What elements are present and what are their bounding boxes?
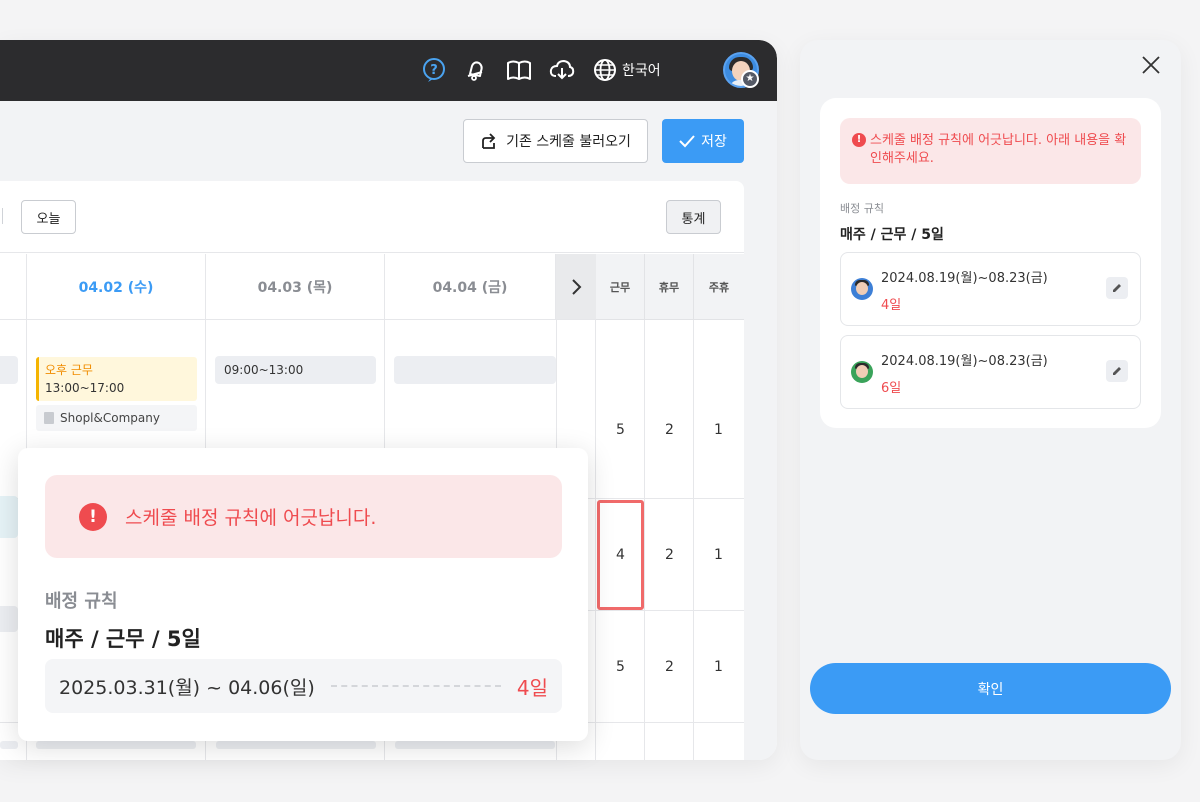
range-date: 2025.03.31(월) ~ 04.06(일): [59, 677, 315, 699]
panel-rule-value: 매주 / 근무 / 5일: [840, 227, 944, 243]
shift-block[interactable]: 오후 근무 13:00~17:00: [36, 357, 197, 401]
chevron-right-icon: [572, 278, 582, 295]
alert-icon: !: [852, 133, 866, 147]
stat-weekly-off-count: 1: [714, 659, 723, 675]
entry-count: 4일: [881, 298, 902, 313]
rule-value: 매주 / 근무 / 5일: [45, 627, 201, 651]
load-existing-schedule-button[interactable]: 기존 스케줄 불러오기: [463, 119, 648, 163]
shift-chip[interactable]: [0, 356, 18, 384]
bell-icon[interactable]: [463, 57, 489, 83]
panel-alert-message: 스케줄 배정 규칙에 어긋납니다. 아래 내용을 확인해주세요.: [870, 133, 1127, 166]
shift-chip[interactable]: 09:00~13:00: [215, 356, 376, 384]
stat-off-count: 2: [665, 659, 674, 675]
load-button-label: 기존 스케줄 불러오기: [506, 134, 631, 150]
panel-alert: ! 스케줄 배정 규칙에 어긋납니다. 아래 내용을 확인해주세요.: [840, 118, 1141, 184]
column-header-partial: [0, 254, 27, 320]
stat-weekly-off-count: 1: [714, 547, 723, 563]
violation-range: 2025.03.31(월) ~ 04.06(일) 4일: [45, 659, 562, 713]
stats-button[interactable]: 통계: [666, 200, 721, 234]
pencil-icon: [1113, 367, 1121, 375]
entry-date-range: 2024.08.19(월)~08.23(금): [881, 354, 1048, 369]
svg-text:?: ?: [430, 63, 438, 78]
close-icon[interactable]: [1140, 54, 1162, 76]
column-header-date[interactable]: 04.02 (수): [27, 254, 206, 320]
calendar-toolbar: 오늘 통계: [0, 181, 744, 253]
save-button[interactable]: 저장: [662, 119, 744, 163]
book-icon[interactable]: [506, 57, 532, 83]
rule-label: 배정 규칙: [45, 591, 118, 612]
stat-header-off: 휴무: [645, 254, 694, 320]
edit-button[interactable]: [1106, 360, 1128, 382]
stat-work-count: 5: [616, 659, 625, 675]
globe-icon[interactable]: [592, 57, 618, 83]
avatar: [851, 361, 873, 383]
stat-header-weekly-off: 주휴: [694, 254, 744, 320]
stat-work-count: 5: [616, 422, 625, 438]
entry-count: 6일: [881, 381, 902, 396]
employee-entry: 2024.08.19(월)~08.23(금) 4일: [840, 252, 1141, 326]
alert-icon: !: [79, 502, 107, 531]
check-icon: [679, 135, 695, 148]
panel-rule-label: 배정 규칙: [840, 202, 884, 215]
avatar: [851, 278, 873, 300]
stat-off-count: 2: [665, 547, 674, 563]
language-label[interactable]: 한국어: [622, 60, 661, 80]
violation-side-panel: ! 스케줄 배정 규칙에 어긋납니다. 아래 내용을 확인해주세요. 배정 규칙…: [800, 40, 1181, 760]
company-name: Shopl&Company: [60, 411, 160, 425]
violation-popover: ! 스케줄 배정 규칙에 어긋납니다. 배정 규칙 매주 / 근무 / 5일 2…: [18, 448, 588, 741]
entry-date-range: 2024.08.19(월)~08.23(금): [881, 271, 1048, 286]
employee-entry: 2024.08.19(월)~08.23(금) 6일: [840, 335, 1141, 409]
stat-header-work: 근무: [596, 254, 645, 320]
share-arrow-icon: [482, 133, 496, 149]
save-button-label: 저장: [701, 134, 727, 150]
shift-title: 오후 근무: [45, 363, 93, 377]
pencil-icon: [1113, 284, 1121, 292]
building-icon: [44, 412, 54, 424]
alert-message: 스케줄 배정 규칙에 어긋납니다.: [125, 507, 377, 529]
empty-shift-chip[interactable]: [394, 356, 556, 384]
column-header-date[interactable]: 04.03 (목): [206, 254, 385, 320]
shift-chip[interactable]: [0, 496, 18, 538]
dashed-divider: [331, 685, 501, 687]
stat-off-count: 2: [665, 422, 674, 438]
divider: [2, 208, 3, 224]
shift-time: 13:00~17:00: [45, 381, 125, 395]
range-count: 4일: [516, 676, 548, 700]
top-navigation-bar: ? 한국어: [0, 40, 777, 101]
column-header-date[interactable]: 04.04 (금): [385, 254, 556, 320]
star-badge-icon: ★: [741, 70, 759, 88]
next-week-button[interactable]: [556, 254, 596, 320]
violation-highlight[interactable]: [597, 500, 644, 610]
violation-alert: ! 스케줄 배정 규칙에 어긋납니다.: [45, 475, 562, 558]
violation-detail-card: ! 스케줄 배정 규칙에 어긋납니다. 아래 내용을 확인해주세요. 배정 규칙…: [820, 98, 1161, 428]
edit-button[interactable]: [1106, 277, 1128, 299]
confirm-button[interactable]: 확인: [810, 663, 1171, 714]
stat-weekly-off-count: 1: [714, 422, 723, 438]
today-button[interactable]: 오늘: [21, 200, 76, 234]
download-icon[interactable]: [549, 57, 575, 83]
company-chip[interactable]: Shopl&Company: [36, 405, 197, 431]
help-icon[interactable]: ?: [421, 57, 447, 83]
shift-chip[interactable]: [0, 606, 18, 632]
